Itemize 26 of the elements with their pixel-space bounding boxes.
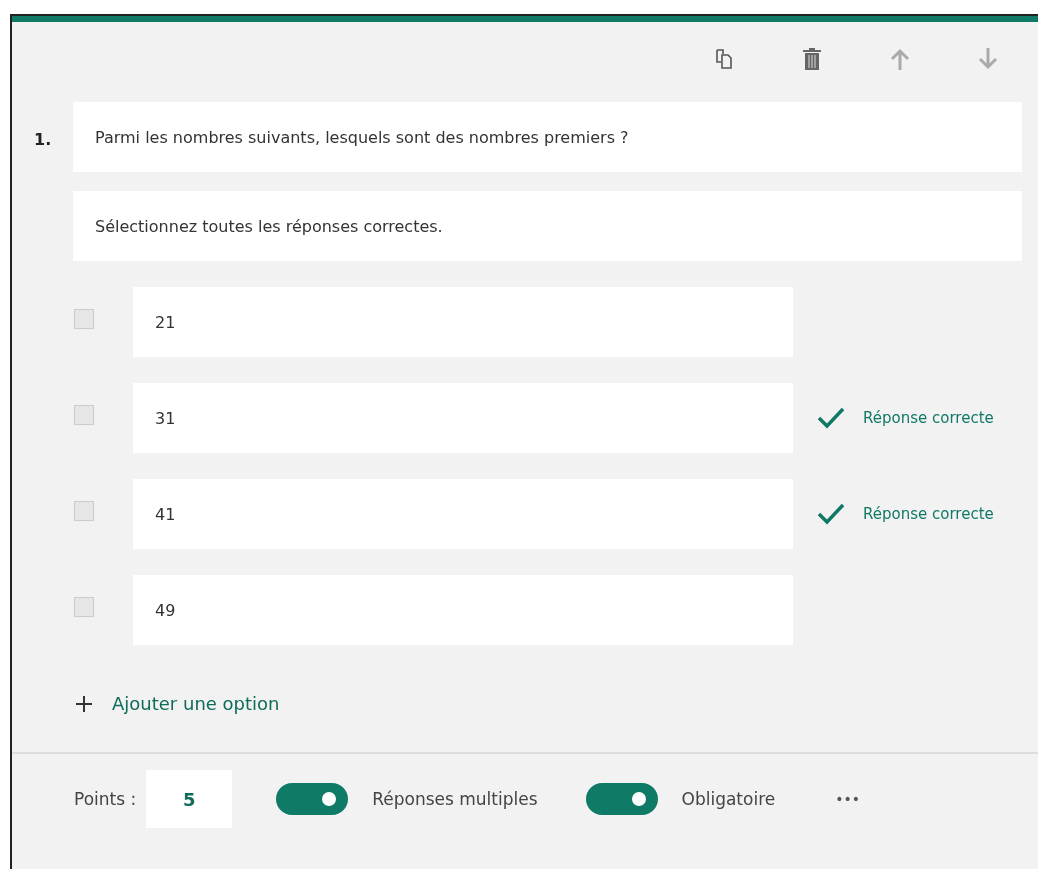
toggle-switch[interactable]	[276, 783, 349, 815]
checkmark-icon[interactable]	[817, 407, 845, 429]
option-field[interactable]: 21	[133, 287, 793, 357]
checkbox[interactable]	[74, 405, 94, 425]
checkmark-icon[interactable]	[817, 503, 845, 525]
toggle-label: Obligatoire	[681, 789, 776, 809]
option-field[interactable]: 31	[133, 383, 793, 453]
copy-icon[interactable]	[714, 48, 734, 70]
correct-answer-label[interactable]: Réponse correcte	[863, 505, 994, 523]
subtitle-field[interactable]: Sélectionnez toutes les réponses correctes.	[73, 191, 1022, 261]
correct-answer-label[interactable]: Réponse correcte	[863, 409, 994, 427]
add-option-link[interactable]: Ajouter une option	[112, 693, 280, 714]
trash-icon[interactable]	[802, 48, 822, 70]
option-field[interactable]: 49	[133, 575, 793, 645]
toggle-label: Réponses multiples	[372, 789, 538, 809]
question-field[interactable]: Parmi les nombres suivants, lesquels sont des nombres premiers ?	[73, 102, 1022, 172]
toggle-switch[interactable]	[585, 783, 658, 815]
more-button[interactable]: •••	[831, 787, 864, 811]
points-label: Points :	[74, 789, 137, 809]
checkbox[interactable]	[74, 309, 94, 329]
plus-icon[interactable]	[76, 695, 92, 712]
question-number: 1.	[33, 129, 53, 149]
points-field[interactable]: 5	[146, 770, 233, 828]
checkbox[interactable]	[74, 597, 94, 617]
option-field[interactable]: 41	[133, 479, 793, 549]
checkbox[interactable]	[74, 501, 94, 521]
